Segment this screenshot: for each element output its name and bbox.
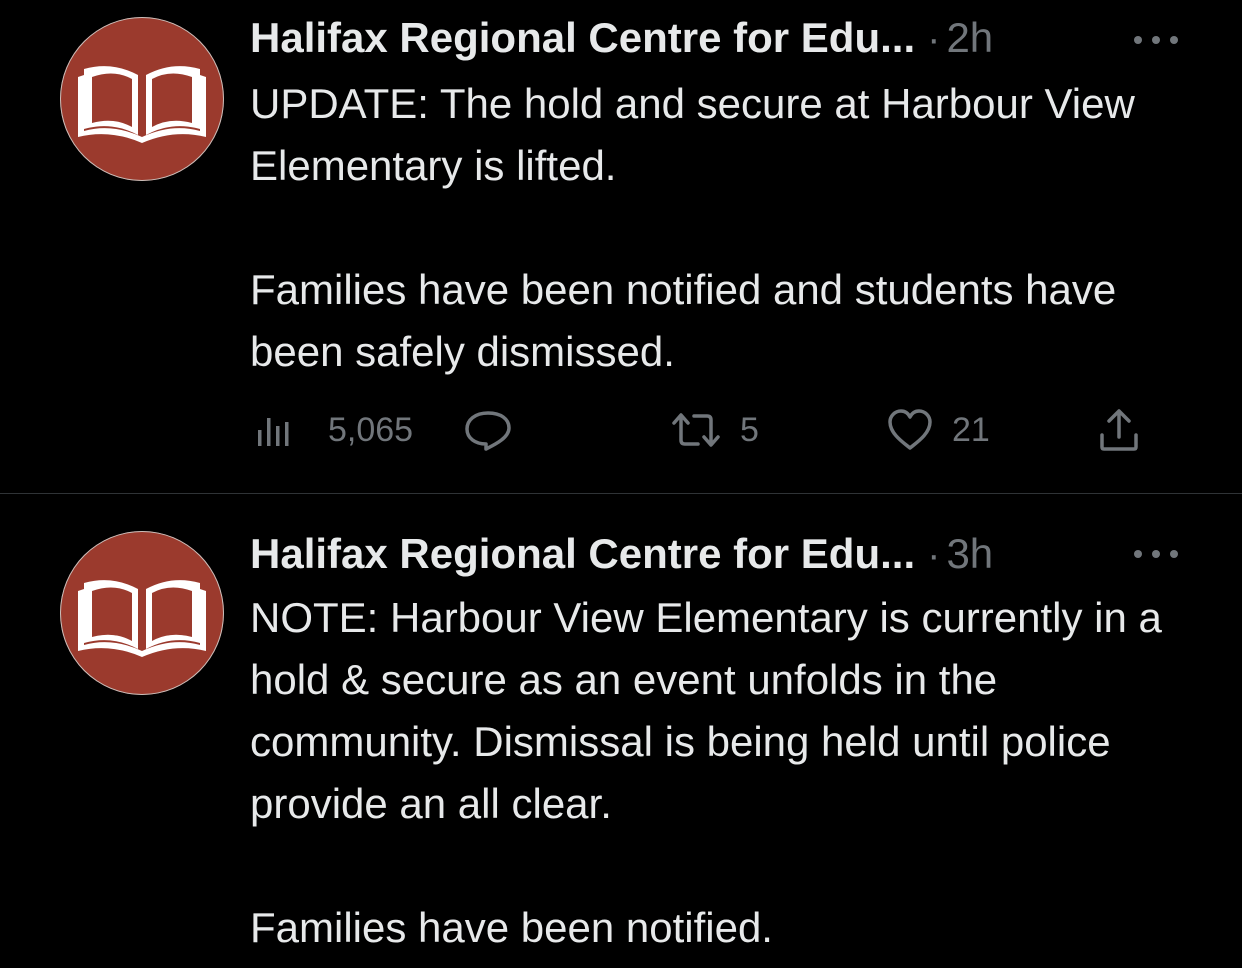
tweet-paragraph: Families have been notified. [250,904,773,951]
more-horizontal-icon[interactable] [1130,30,1182,50]
timestamp[interactable]: 3h [946,530,993,578]
separator-dot: · [927,533,941,577]
tweet-text: UPDATE: The hold and secure at Harbour V… [250,73,1210,383]
tweet-actions: 5,065 5 21 [250,400,1150,460]
tweet[interactable]: Halifax Regional Centre for Edu... · 2h … [0,0,1242,493]
reply-button[interactable] [464,400,512,460]
retweet-button[interactable]: 5 [670,400,759,460]
tweet-paragraph: UPDATE: The hold and secure at Harbour V… [250,80,1135,189]
heart-icon [888,409,932,450]
tweet-header: Halifax Regional Centre for Edu... · 3h [250,530,993,582]
like-count: 21 [952,410,990,449]
author-name[interactable]: Halifax Regional Centre for Edu... [250,530,915,578]
retweet-icon [672,413,720,447]
more-horizontal-icon[interactable] [1130,544,1182,564]
tweet[interactable]: Halifax Regional Centre for Edu... · 3h … [0,494,1242,968]
tweet-paragraph: NOTE: Harbour View Elementary is current… [250,594,1162,827]
avatar[interactable] [60,531,224,695]
separator-dot: · [927,17,941,61]
retweet-count: 5 [740,410,759,449]
tweet-paragraph: Families have been notified and students… [250,266,1117,375]
timestamp[interactable]: 2h [946,14,993,62]
open-book-icon [78,580,206,657]
share-button[interactable] [1098,400,1140,460]
reply-icon [465,411,511,451]
avatar[interactable] [60,17,224,181]
share-icon [1100,409,1138,451]
open-book-icon [78,66,206,143]
like-button[interactable]: 21 [886,400,990,460]
tweet-header: Halifax Regional Centre for Edu... · 2h [250,14,993,66]
analytics-icon [258,418,289,446]
tweet-text: NOTE: Harbour View Elementary is current… [250,587,1210,959]
author-name[interactable]: Halifax Regional Centre for Edu... [250,14,915,62]
views-button[interactable]: 5,065 [256,400,413,460]
views-count: 5,065 [328,410,414,449]
